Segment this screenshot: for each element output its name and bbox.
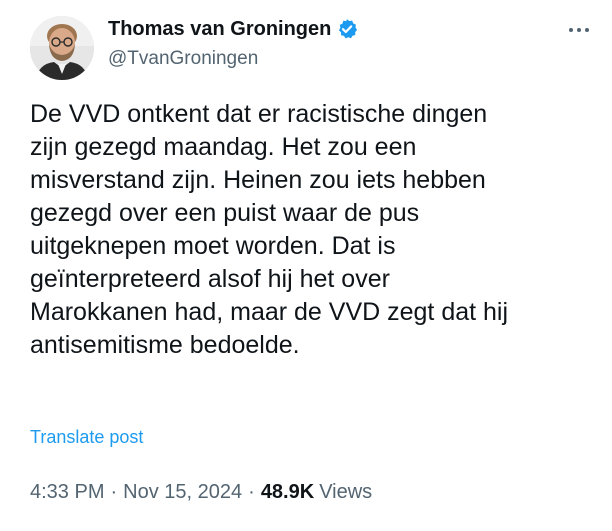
post-text: De VVD ontkent dat er racistische dingen… <box>30 100 509 359</box>
verified-badge-icon[interactable] <box>336 18 358 40</box>
post-metadata: 4:33 PM · Nov 15, 2024 · 48.9K Views <box>30 481 372 504</box>
post-time[interactable]: 4:33 PM <box>30 481 104 504</box>
views-count[interactable]: 48.9K <box>261 481 314 504</box>
post-card: Thomas van Groningen @TvanGroningen De V… <box>0 0 612 531</box>
post-date[interactable]: Nov 15, 2024 <box>123 481 242 504</box>
translate-post-link[interactable]: Translate post <box>30 427 143 448</box>
more-options-icon[interactable] <box>562 18 596 42</box>
author-handle[interactable]: @TvanGroningen <box>108 48 258 70</box>
author-display-name[interactable]: Thomas van Groningen <box>108 18 331 41</box>
views-label: Views <box>319 481 373 503</box>
meta-separator: · <box>110 481 118 503</box>
author-name-row: Thomas van Groningen <box>108 14 358 44</box>
author-avatar[interactable] <box>30 16 94 80</box>
meta-separator: · <box>248 481 255 503</box>
avatar-image <box>30 16 94 80</box>
